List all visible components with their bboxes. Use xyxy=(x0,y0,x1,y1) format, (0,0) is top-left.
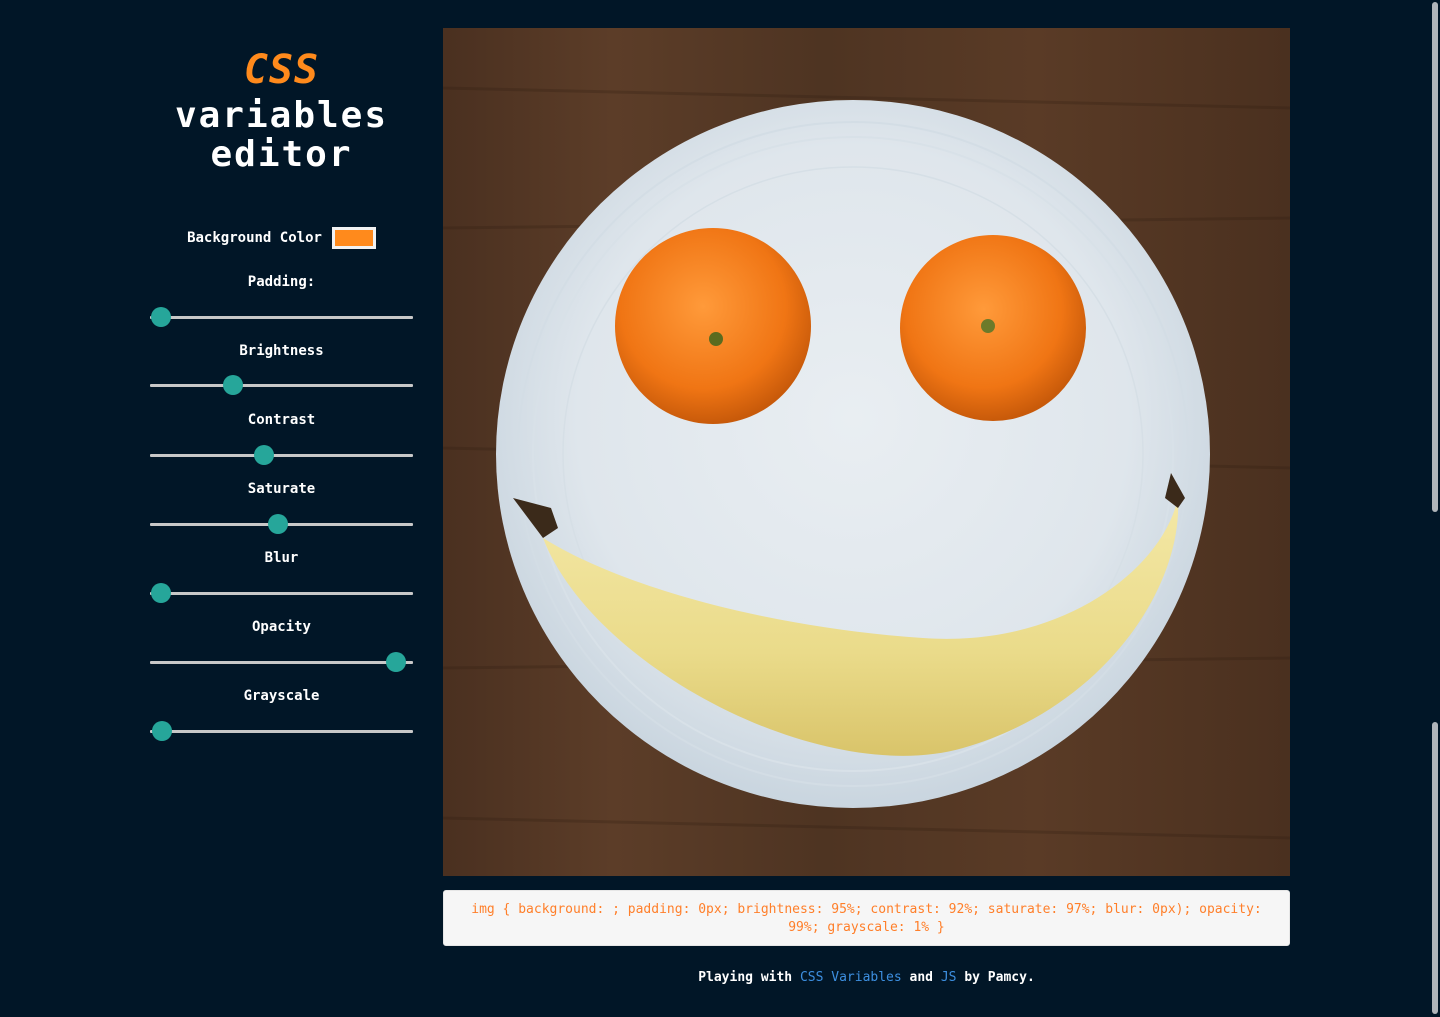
slider-control: Contrast xyxy=(150,411,413,465)
slider-thumb[interactable] xyxy=(222,375,243,395)
slider-label: Contrast xyxy=(247,412,316,428)
slider-label: Saturate xyxy=(247,481,316,497)
slider-control: Blur xyxy=(150,549,413,603)
slider-thumb[interactable] xyxy=(267,514,288,534)
css-variables-link[interactable]: CSS Variables xyxy=(800,970,902,985)
page-title: CSS variables editor xyxy=(150,44,413,174)
slider-control: Brightness xyxy=(150,342,413,395)
footer-suffix: by Pamcy. xyxy=(964,970,1035,985)
scrollbar[interactable] xyxy=(1428,0,1440,1017)
footer-prefix: Playing with xyxy=(698,970,793,985)
slider-track[interactable] xyxy=(150,721,413,741)
css-output: img { background: ; padding: 0px; bright… xyxy=(443,890,1290,946)
slider-control: Opacity xyxy=(150,618,413,672)
slider-track[interactable] xyxy=(150,514,413,534)
background-color-picker[interactable] xyxy=(331,227,376,249)
footer-middle: and xyxy=(909,970,934,985)
smiley-fruit-plate-image xyxy=(443,86,1290,840)
background-color-control: Background Color xyxy=(150,227,413,249)
js-link[interactable]: JS xyxy=(941,970,957,985)
slider-track[interactable] xyxy=(150,583,413,603)
slider-label: Padding: xyxy=(247,274,316,290)
slider-thumb[interactable] xyxy=(150,583,171,603)
scrollbar-thumb-top[interactable] xyxy=(1432,2,1438,512)
title-accent: CSS xyxy=(243,47,320,93)
title-rest: variables editor xyxy=(174,95,389,175)
slider-control: Grayscale xyxy=(150,687,413,741)
slider-label: Blur xyxy=(264,550,299,566)
photo-image xyxy=(443,28,1290,876)
slider-thumb[interactable] xyxy=(151,721,172,741)
page: CSS variables editor Background Color Pa… xyxy=(0,0,1440,1017)
slider-thumb[interactable] xyxy=(385,652,406,672)
sidebar: CSS variables editor Background Color Pa… xyxy=(150,44,413,741)
scrollbar-thumb-bottom[interactable] xyxy=(1432,722,1438,1014)
slider-track[interactable] xyxy=(150,445,413,465)
slider-control: Saturate xyxy=(150,480,413,534)
slider-track[interactable] xyxy=(150,652,413,672)
slider-thumb[interactable] xyxy=(150,307,171,327)
slider-control: Padding: xyxy=(150,273,413,327)
background-color-label: Background Color xyxy=(187,230,322,246)
slider-thumb[interactable] xyxy=(254,445,275,465)
slider-track[interactable] xyxy=(150,375,413,395)
slider-label: Opacity xyxy=(251,619,311,635)
footer: Playing with CSS Variables and JS by Pam… xyxy=(443,970,1290,985)
slider-label: Brightness xyxy=(239,343,324,359)
slider-label: Grayscale xyxy=(243,688,320,704)
slider-track[interactable] xyxy=(150,307,413,327)
